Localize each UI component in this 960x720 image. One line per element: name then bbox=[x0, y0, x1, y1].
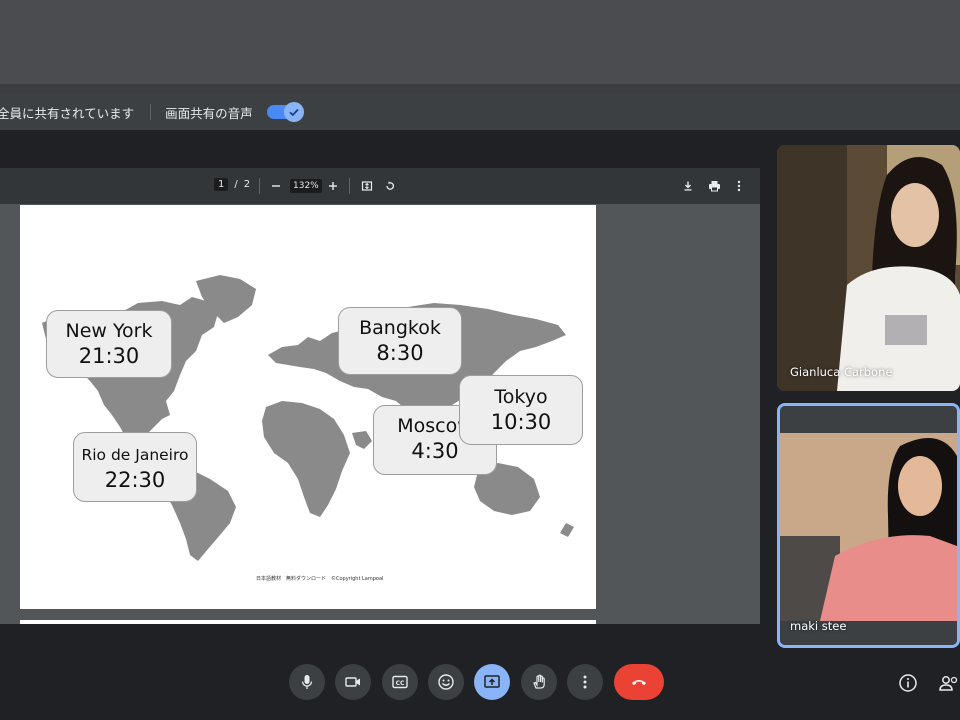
svg-text:CC: CC bbox=[396, 680, 405, 687]
emoji-icon bbox=[438, 674, 454, 690]
people-icon bbox=[939, 676, 958, 691]
map-label-rio-de-janeiro: Rio de Janeiro 22:30 bbox=[73, 432, 197, 502]
page-indicator: 1 / 2 bbox=[214, 178, 250, 191]
meeting-details-button[interactable] bbox=[897, 672, 919, 694]
city-time: 22:30 bbox=[104, 468, 166, 492]
print-button[interactable] bbox=[702, 174, 726, 198]
toolbar-divider bbox=[259, 178, 260, 194]
city-name: New York bbox=[65, 320, 153, 342]
pdf-page: Moscow 4:30 New York 21:30 Bangkok 8:30 … bbox=[20, 205, 596, 609]
more-vertical-icon bbox=[583, 675, 587, 689]
page-copyright: 日本語教材 無料ダウンロード ©Copyright Lampoal bbox=[256, 576, 384, 582]
present-screen-icon bbox=[484, 675, 500, 688]
share-audio-label: 画面共有の音声 bbox=[165, 105, 253, 121]
city-time: 21:30 bbox=[78, 344, 140, 368]
share-bar-divider bbox=[150, 104, 152, 120]
pdf-toolbar: 1 / 2 132% bbox=[0, 168, 760, 204]
participant-video bbox=[777, 145, 960, 391]
city-time: 8:30 bbox=[376, 341, 424, 365]
map-label-tokyo: Tokyo 10:30 bbox=[459, 375, 583, 445]
participant-tile-active[interactable]: maki stee bbox=[777, 403, 960, 648]
participant-name: maki stee bbox=[790, 619, 847, 633]
fit-page-icon bbox=[361, 181, 373, 191]
microphone-icon bbox=[301, 675, 313, 689]
map-label-bangkok: Bangkok 8:30 bbox=[338, 307, 462, 375]
top-band bbox=[0, 0, 960, 84]
microphone-button[interactable] bbox=[289, 664, 325, 700]
participants-button[interactable] bbox=[938, 672, 960, 694]
info-icon bbox=[899, 674, 917, 692]
reactions-button[interactable] bbox=[428, 664, 464, 700]
toolbar-divider bbox=[349, 178, 350, 194]
participant-video bbox=[780, 406, 957, 645]
city-name: Rio de Janeiro bbox=[81, 446, 189, 464]
rotate-icon bbox=[386, 181, 395, 190]
captions-button[interactable]: CC bbox=[382, 664, 418, 700]
plus-icon bbox=[329, 182, 337, 190]
city-time: 10:30 bbox=[490, 410, 552, 434]
printer-icon bbox=[708, 181, 720, 192]
download-button[interactable] bbox=[676, 174, 700, 198]
camera-button[interactable] bbox=[335, 664, 371, 700]
city-name: Bangkok bbox=[359, 317, 441, 339]
leave-call-button[interactable] bbox=[614, 664, 664, 700]
more-options-button[interactable] bbox=[727, 174, 751, 198]
closed-captions-icon: CC bbox=[392, 675, 408, 689]
video-camera-icon bbox=[345, 677, 360, 687]
check-icon bbox=[283, 102, 304, 122]
zoom-in-button[interactable] bbox=[321, 174, 345, 198]
rotate-button[interactable] bbox=[378, 174, 402, 198]
raise-hand-button[interactable] bbox=[521, 664, 557, 700]
hand-icon bbox=[533, 674, 545, 689]
share-audio-toggle[interactable] bbox=[266, 102, 304, 122]
page-slash: / bbox=[234, 179, 238, 190]
zoom-level[interactable]: 132% bbox=[290, 179, 322, 193]
current-page-input[interactable]: 1 bbox=[214, 178, 229, 191]
top-band-edge bbox=[0, 84, 960, 94]
hang-up-icon bbox=[632, 680, 646, 685]
pdf-page-next bbox=[20, 620, 596, 624]
call-controls: CC bbox=[0, 664, 960, 706]
pdf-viewer: 1 / 2 132% Moscow 4:30 New York 21:30 Ba… bbox=[0, 168, 760, 624]
share-status-bar: 全員に共有されています 画面共有の音声 bbox=[0, 94, 960, 130]
total-pages: 2 bbox=[243, 179, 251, 190]
download-icon bbox=[684, 181, 692, 191]
participant-tile[interactable]: Gianluca Carbone bbox=[777, 145, 960, 391]
participant-name: Gianluca Carbone bbox=[790, 365, 893, 379]
map-label-new-york: New York 21:30 bbox=[46, 310, 172, 378]
more-vertical-icon bbox=[737, 180, 741, 192]
fit-to-page-button[interactable] bbox=[355, 174, 379, 198]
zoom-out-button[interactable] bbox=[264, 174, 288, 198]
more-options-button[interactable] bbox=[567, 664, 603, 700]
city-name: Tokyo bbox=[494, 386, 548, 408]
minus-icon bbox=[272, 185, 280, 187]
sharing-status-text: 全員に共有されています bbox=[0, 105, 135, 121]
present-screen-button[interactable] bbox=[474, 664, 510, 700]
